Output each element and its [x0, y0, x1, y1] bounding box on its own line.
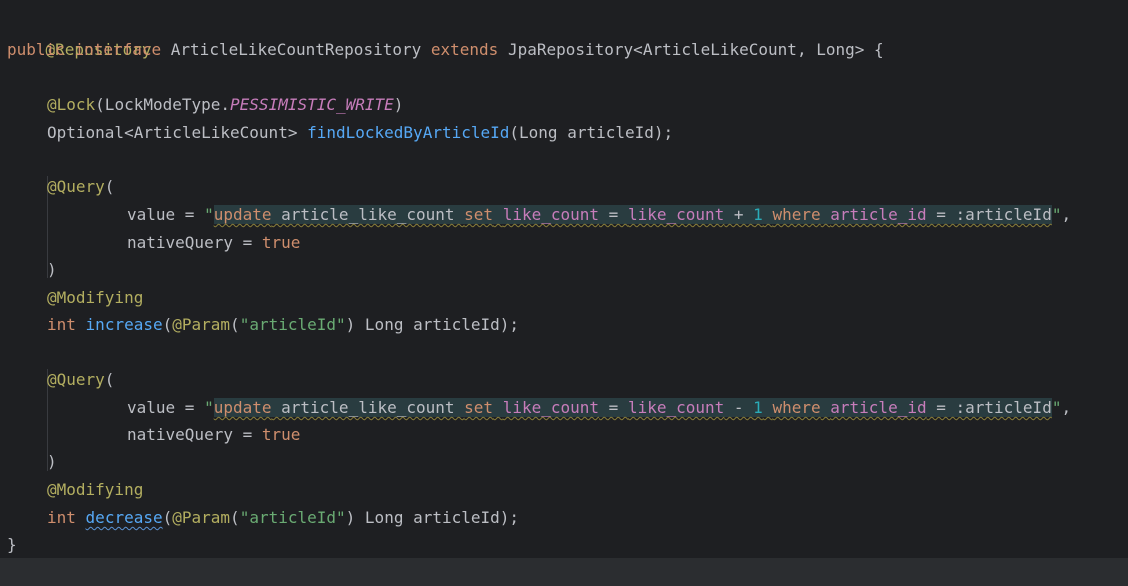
sql-keyword-set: set	[464, 205, 494, 224]
sql-equals: =	[599, 205, 628, 224]
code-line-native-query: nativeQuery = true	[127, 229, 300, 256]
code-line-query-value-increase: value = "update article_like_count set l…	[127, 201, 1071, 228]
sql-keyword-where: where	[772, 205, 821, 224]
native-query-key: nativeQuery =	[127, 425, 262, 444]
query-open-paren: (	[104, 370, 115, 389]
string-quote-open: "	[204, 205, 214, 224]
keyword-int: int	[47, 508, 76, 527]
annotation-query: @Query	[47, 370, 105, 389]
query-value-key: value =	[127, 205, 205, 224]
code-line-repository-annotation: @Repository	[7, 9, 152, 59]
method-decrease[interactable]: decrease	[86, 508, 163, 527]
method-find-locked-by-article-id[interactable]: findLockedByArticleId	[307, 123, 509, 142]
close-paren: )	[47, 260, 57, 279]
close-brace: }	[7, 535, 17, 554]
code-line-query-annotation: @Query(	[47, 366, 114, 393]
sql-keyword-update: update	[213, 398, 272, 417]
method-params: (Long articleId);	[509, 123, 674, 142]
sql-operator: -	[724, 398, 754, 417]
code-line-close-paren: )	[47, 256, 57, 283]
sql-column: like_count	[627, 398, 725, 417]
sql-parameter: = :articleId	[926, 205, 1052, 224]
open-paren: (	[162, 508, 173, 527]
lock-close-paren: )	[393, 95, 404, 114]
keyword-public: public	[7, 40, 65, 59]
code-line-lock-annotation: @Lock(LockModeType.PESSIMISTIC_WRITE)	[47, 91, 403, 118]
sql-space	[763, 398, 773, 417]
extends-type: JpaRepository<ArticleLikeCount, Long> {	[507, 40, 884, 59]
code-line-find-locked: Optional<ArticleLikeCount> findLockedByA…	[47, 119, 673, 146]
sql-number: 1	[753, 398, 763, 417]
sql-equals: =	[599, 398, 628, 417]
sql-column: article_id	[830, 398, 927, 417]
lock-mode-constant: PESSIMISTIC_WRITE	[230, 95, 394, 114]
sql-space	[493, 398, 503, 417]
comma: ,	[1061, 398, 1072, 417]
code-line-query-value-decrease: value = "update article_like_count set l…	[127, 394, 1071, 421]
native-query-key: nativeQuery =	[127, 233, 262, 252]
comma: ,	[1061, 205, 1072, 224]
code-line-query-annotation: @Query(	[47, 173, 114, 200]
method-params-rest: ) Long articleId);	[345, 508, 520, 527]
sql-table-name: article_like_count	[271, 205, 465, 224]
code-line-native-query: nativeQuery = true	[127, 421, 300, 448]
lock-mode-type: (LockModeType.	[95, 95, 231, 114]
annotation-lock: @Lock	[47, 95, 96, 114]
open-paren: (	[162, 315, 173, 334]
keyword-true: true	[261, 425, 301, 444]
param-string: "articleId"	[239, 315, 346, 334]
sql-column: like_count	[502, 398, 600, 417]
param-open-paren: (	[230, 315, 240, 334]
method-params-rest: ) Long articleId);	[345, 315, 520, 334]
sql-space	[821, 205, 831, 224]
sql-column: like_count	[502, 205, 600, 224]
param-string: "articleId"	[239, 508, 346, 527]
code-line-interface-declaration: public interface ArticleLikeCountReposit…	[7, 36, 884, 63]
method-increase[interactable]: increase	[86, 315, 163, 334]
code-line-decrease-method: int decrease(@Param("articleId") Long ar…	[47, 504, 519, 531]
string-quote-open: "	[204, 398, 214, 417]
annotation-modifying: @Modifying	[47, 288, 144, 307]
sql-table-name: article_like_count	[271, 398, 465, 417]
sql-parameter: = :articleId	[926, 398, 1052, 417]
code-line-close-brace: }	[7, 531, 17, 558]
sql-injected-fragment[interactable]: update article_like_count set like_count…	[213, 205, 1052, 224]
param-open-paren: (	[230, 508, 240, 527]
interface-name: ArticleLikeCountRepository	[170, 40, 422, 59]
sql-number: 1	[753, 205, 763, 224]
keyword-int: int	[47, 315, 76, 334]
keyword-extends: extends	[430, 40, 499, 59]
sql-column: like_count	[627, 205, 725, 224]
editor-bottom-strip	[0, 558, 1128, 586]
code-line-close-paren: )	[47, 448, 57, 475]
sql-space	[763, 205, 773, 224]
annotation-param: @Param	[172, 508, 231, 527]
sql-space	[493, 205, 503, 224]
keyword-true: true	[261, 233, 301, 252]
annotation-param: @Param	[172, 315, 231, 334]
sql-space	[821, 398, 831, 417]
code-editor[interactable]: @Repository public interface ArticleLike…	[0, 0, 1128, 558]
annotation-query: @Query	[47, 177, 105, 196]
close-paren: )	[47, 452, 57, 471]
code-line-increase-method: int increase(@Param("articleId") Long ar…	[47, 311, 519, 338]
sql-operator: +	[724, 205, 754, 224]
sql-column: article_id	[830, 205, 927, 224]
sql-injected-fragment[interactable]: update article_like_count set like_count…	[213, 398, 1052, 417]
sql-keyword-update: update	[213, 205, 272, 224]
query-value-key: value =	[127, 398, 205, 417]
sql-keyword-where: where	[772, 398, 821, 417]
sql-keyword-set: set	[464, 398, 494, 417]
code-line-modifying-annotation: @Modifying	[47, 284, 143, 311]
keyword-interface: interface	[74, 40, 162, 59]
return-type: Optional<ArticleLikeCount>	[47, 123, 308, 142]
code-line-modifying-annotation: @Modifying	[47, 476, 143, 503]
annotation-modifying: @Modifying	[47, 480, 144, 499]
query-open-paren: (	[104, 177, 115, 196]
